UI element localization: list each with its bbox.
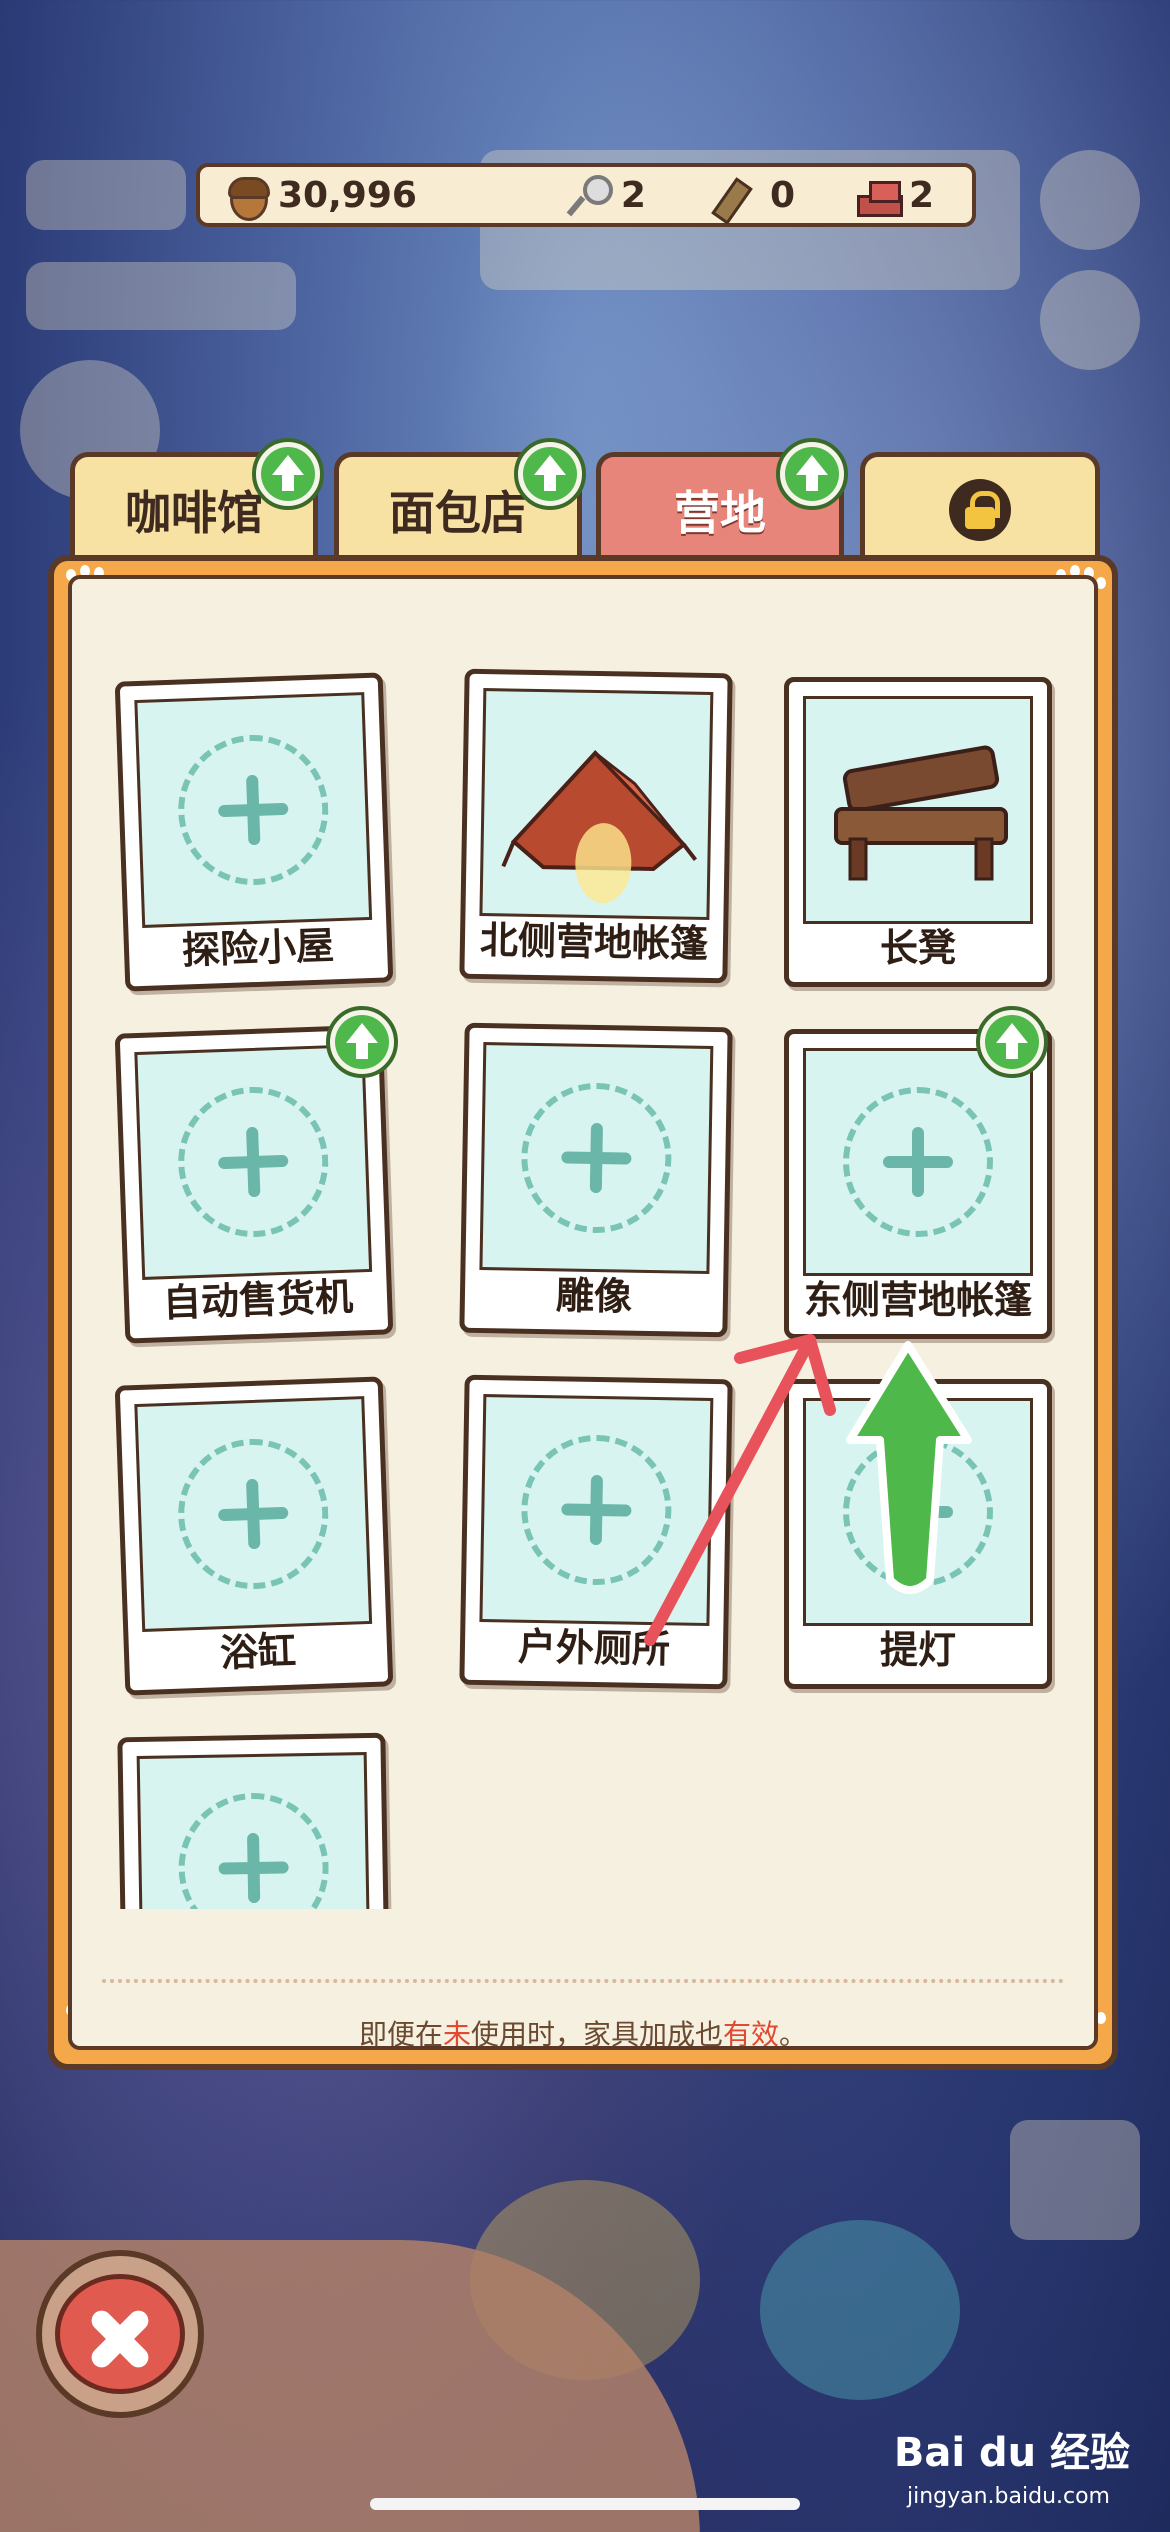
red-annotation-arrow — [644, 1334, 836, 1646]
green-pointer-arrow — [846, 1341, 972, 1594]
tutorial-overlay — [644, 1334, 972, 1646]
close-icon — [55, 2274, 185, 2394]
close-button[interactable] — [36, 2250, 204, 2418]
home-indicator[interactable] — [370, 2498, 800, 2510]
watermark-logo: Bai du 经验 — [893, 2430, 1130, 2476]
watermark-url: jingyan.baidu.com — [906, 2484, 1110, 2509]
